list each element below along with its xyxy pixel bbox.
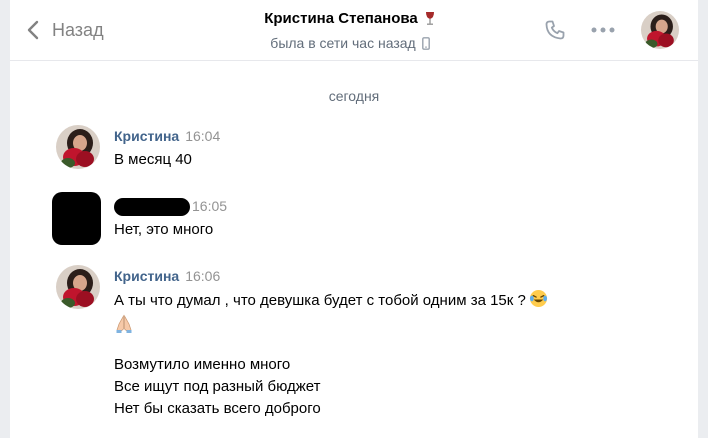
chevron-left-icon xyxy=(27,20,39,40)
message-line: А ты что думал , что девушка будет с тоб… xyxy=(114,289,548,312)
message-time: 16:06 xyxy=(185,268,221,284)
contact-name: Кристина Степанова xyxy=(264,10,418,27)
avatar[interactable] xyxy=(56,125,100,169)
chat-title-block[interactable]: Кристина Степанова была в сети час назад xyxy=(200,10,500,53)
message-line: Все ищут под разный бюджет xyxy=(114,378,321,395)
mobile-phone-icon xyxy=(421,36,430,50)
message-line: В месяц 40 xyxy=(114,151,192,168)
chat-header: Назад Кристина Степанова была в сети час… xyxy=(10,0,698,61)
message-text: Нет, это много xyxy=(114,219,213,241)
chat-title: Кристина Степанова xyxy=(264,10,436,27)
message-header: Кристина 16:06 xyxy=(114,268,220,284)
avatar-photo-icon xyxy=(56,125,100,169)
message-line-text: А ты что думал , что девушка будет с тоб… xyxy=(114,292,526,309)
date-separator: сегодня xyxy=(328,88,380,104)
message-line: Нет бы сказать всего доброго xyxy=(114,400,321,417)
laughing-emoji-icon xyxy=(529,289,547,308)
author-name[interactable]: Кристина xyxy=(114,128,179,144)
message-header: 16:05 xyxy=(192,198,227,214)
back-button[interactable]: Назад xyxy=(26,16,104,44)
message-text: А ты что думал , что девушка будет с тоб… xyxy=(114,289,548,420)
message-text: В месяц 40 xyxy=(114,149,192,171)
wine-glass-icon xyxy=(425,12,434,25)
back-label: Назад xyxy=(52,19,104,40)
avatar[interactable] xyxy=(56,265,100,309)
avatar-photo-icon xyxy=(641,11,679,49)
chat-panel: Назад Кристина Степанова была в сети час… xyxy=(10,0,698,438)
contact-avatar[interactable] xyxy=(641,11,679,49)
avatar-photo-icon xyxy=(56,265,100,309)
message-time: 16:05 xyxy=(192,198,228,214)
redacted-author-name xyxy=(114,198,190,216)
call-icon[interactable] xyxy=(543,18,567,42)
message-header: Кристина 16:04 xyxy=(114,128,220,144)
online-status: была в сети час назад xyxy=(270,35,430,51)
message-line: Возмутило именно много xyxy=(114,356,291,373)
redacted-avatar xyxy=(52,192,101,245)
author-name[interactable]: Кристина xyxy=(114,268,179,284)
status-text: была в сети час назад xyxy=(270,35,416,51)
message-line: Нет, это много xyxy=(114,221,214,238)
more-icon[interactable] xyxy=(590,24,616,36)
folded-hands-emoji-icon xyxy=(116,314,132,333)
message-time: 16:04 xyxy=(185,128,221,144)
